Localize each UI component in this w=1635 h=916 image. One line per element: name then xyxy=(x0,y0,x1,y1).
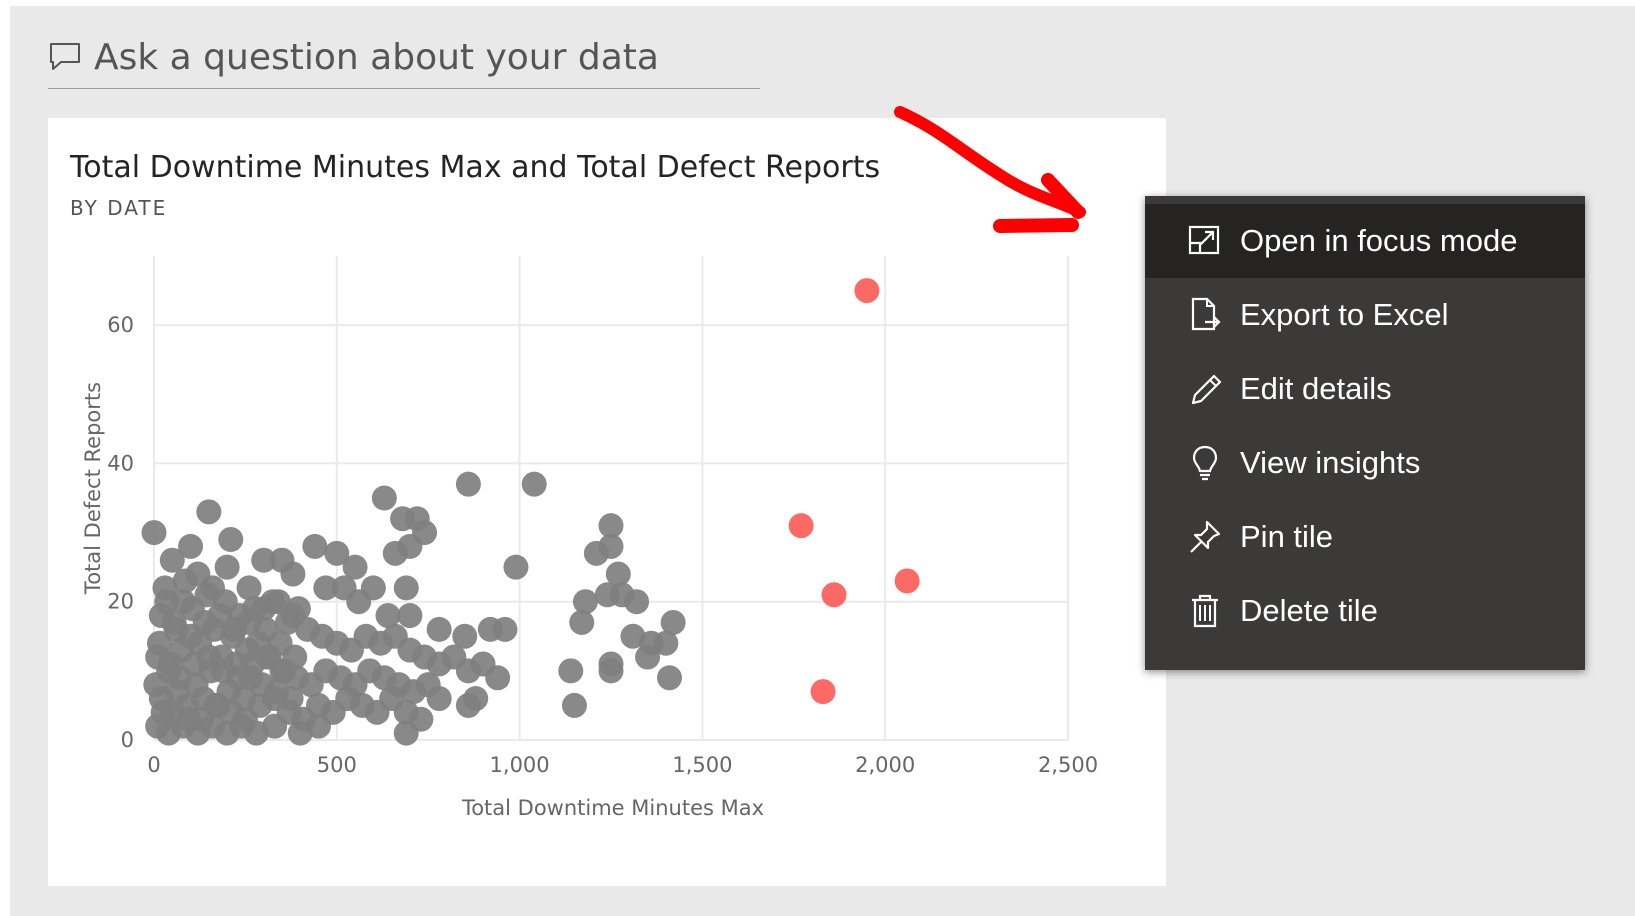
scatter-point[interactable] xyxy=(558,658,584,684)
y-axis-title: Total Defect Reports xyxy=(81,382,105,595)
x-tick-label: 2,000 xyxy=(855,753,915,777)
x-axis-title: Total Downtime Minutes Max xyxy=(461,796,764,820)
scatter-point[interactable] xyxy=(172,568,198,594)
x-tick-label: 1,000 xyxy=(490,753,550,777)
scatter-point[interactable] xyxy=(455,471,481,497)
scatter-point[interactable] xyxy=(282,644,308,670)
menu-item-edit-details[interactable]: Edit details xyxy=(1145,352,1585,426)
menu-item-pin-tile[interactable]: Pin tile xyxy=(1145,500,1585,574)
scatter-point[interactable] xyxy=(176,706,202,732)
scatter-point[interactable] xyxy=(214,554,240,580)
menu-item-label: Pin tile xyxy=(1240,519,1334,554)
y-tick-label: 60 xyxy=(107,313,134,337)
scatter-point-highlight[interactable] xyxy=(810,679,836,705)
scatter-point[interactable] xyxy=(306,713,332,739)
scatter-point[interactable] xyxy=(463,686,489,712)
scatter-point-highlight[interactable] xyxy=(854,278,880,304)
menu-item-label: Edit details xyxy=(1240,371,1392,406)
scatter-point[interactable] xyxy=(196,499,222,525)
scatter-point[interactable] xyxy=(302,533,328,559)
y-tick-label: 20 xyxy=(107,590,134,614)
menu-item-label: Delete tile xyxy=(1240,593,1378,628)
chart-tile[interactable]: Total Downtime Minutes Max and Total Def… xyxy=(48,118,1166,886)
scatter-point[interactable] xyxy=(262,713,288,739)
tile-context-menu: Open in focus mode Export to Excel Edit … xyxy=(1145,196,1585,670)
scatter-point[interactable] xyxy=(143,672,169,698)
scatter-point[interactable] xyxy=(426,686,452,712)
scatter-point[interactable] xyxy=(280,561,306,587)
scatter-point[interactable] xyxy=(393,575,419,601)
pencil-icon xyxy=(1187,370,1223,408)
trash-icon xyxy=(1187,592,1223,630)
scatter-point[interactable] xyxy=(569,609,595,635)
pin-icon xyxy=(1187,518,1223,556)
lightbulb-icon xyxy=(1187,444,1223,482)
scatter-point-highlight[interactable] xyxy=(821,582,847,608)
menu-item-export-to-excel[interactable]: Export to Excel xyxy=(1145,278,1585,352)
scatter-point[interactable] xyxy=(572,589,598,615)
scatter-point[interactable] xyxy=(635,644,661,670)
export-icon xyxy=(1187,296,1223,334)
scatter-point[interactable] xyxy=(492,616,518,642)
focus-mode-icon xyxy=(1187,222,1223,260)
x-tick-label: 2,500 xyxy=(1038,753,1098,777)
scatter-point[interactable] xyxy=(260,589,286,615)
y-tick-label: 40 xyxy=(107,451,134,475)
chat-bubble-icon xyxy=(48,40,82,78)
scatter-point[interactable] xyxy=(150,699,176,725)
qa-input[interactable] xyxy=(94,34,754,80)
scatter-point[interactable] xyxy=(426,616,452,642)
scatter-point-highlight[interactable] xyxy=(894,568,920,594)
x-tick-label: 0 xyxy=(147,753,160,777)
scatter-point[interactable] xyxy=(598,658,624,684)
scatter-point[interactable] xyxy=(503,554,529,580)
scatter-chart: 0 500 1,000 1,500 2,000 2,500 0 20 40 60 Total Do… xyxy=(81,256,1098,820)
scatter-point[interactable] xyxy=(159,547,185,573)
scatter-point[interactable] xyxy=(393,720,419,746)
scatter-point[interactable] xyxy=(141,520,167,546)
x-tick-label: 1,500 xyxy=(672,753,732,777)
scatter-point[interactable] xyxy=(285,596,311,622)
scatter-point[interactable] xyxy=(521,471,547,497)
menu-item-delete-tile[interactable]: Delete tile xyxy=(1145,574,1585,648)
scatter-point[interactable] xyxy=(598,533,624,559)
scatter-point[interactable] xyxy=(382,540,408,566)
scatter-point[interactable] xyxy=(371,485,397,511)
scatter-point[interactable] xyxy=(278,686,304,712)
scatter-point[interactable] xyxy=(561,692,587,718)
x-tick-label: 500 xyxy=(317,753,357,777)
menu-item-open-focus-mode[interactable]: Open in focus mode xyxy=(1145,204,1585,278)
scatter-point[interactable] xyxy=(218,526,244,552)
qa-bar[interactable] xyxy=(48,34,760,89)
scatter-point[interactable] xyxy=(346,589,372,615)
scatter-point[interactable] xyxy=(397,603,423,629)
scatter-point[interactable] xyxy=(485,665,511,691)
menu-item-view-insights[interactable]: View insights xyxy=(1145,426,1585,500)
menu-item-label: View insights xyxy=(1240,445,1421,480)
scatter-point[interactable] xyxy=(609,582,635,608)
y-tick-label: 0 xyxy=(121,728,134,752)
scatter-point-highlight[interactable] xyxy=(788,513,814,539)
menu-item-label: Export to Excel xyxy=(1240,297,1449,332)
scatter-point[interactable] xyxy=(656,665,682,691)
menu-item-label: Open in focus mode xyxy=(1240,223,1518,258)
